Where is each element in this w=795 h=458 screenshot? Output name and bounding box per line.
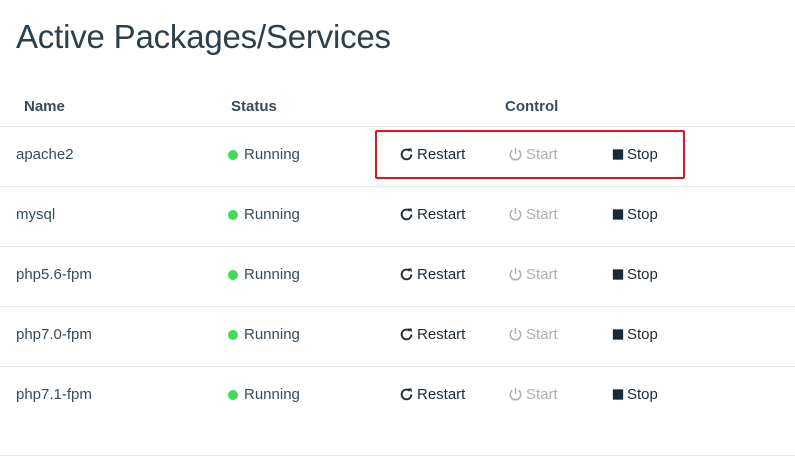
refresh-icon xyxy=(400,388,413,401)
restart-button[interactable]: Restart xyxy=(399,326,465,343)
status-running-indicator xyxy=(228,389,238,400)
stop-button[interactable]: Stop xyxy=(612,206,658,223)
refresh-icon xyxy=(400,328,413,341)
status-running-indicator xyxy=(228,209,238,220)
restart-label: Restart xyxy=(417,206,466,223)
highlight-box xyxy=(375,130,685,179)
status-label: Running xyxy=(244,206,300,223)
status-label: Running xyxy=(244,266,300,283)
stop-label: Stop xyxy=(627,386,658,403)
column-header-status: Status xyxy=(231,98,277,115)
refresh-icon xyxy=(400,208,413,221)
column-header-control: Control xyxy=(505,98,559,115)
status-running-indicator xyxy=(228,329,238,340)
stop-label: Stop xyxy=(627,266,658,283)
start-button[interactable]: Start xyxy=(508,326,558,343)
service-name: php7.1-fpm xyxy=(16,386,92,403)
start-button[interactable]: Start xyxy=(508,386,558,403)
status-label: Running xyxy=(244,326,300,343)
start-label: Start xyxy=(526,266,558,283)
service-name: apache2 xyxy=(16,146,74,163)
service-status: Running xyxy=(228,146,300,163)
service-name: php7.0-fpm xyxy=(16,326,92,343)
column-header-name: Name xyxy=(24,98,65,115)
table-row: php7.1-fpm Running Restart Start Stop xyxy=(0,367,795,426)
service-status: Running xyxy=(228,266,300,283)
table-row: php7.0-fpm Running Restart Start Stop xyxy=(0,307,795,367)
service-name: php5.6-fpm xyxy=(16,266,92,283)
stop-button[interactable]: Stop xyxy=(612,326,658,343)
refresh-icon xyxy=(400,268,413,281)
table-header: Name Status Control xyxy=(0,90,795,127)
restart-label: Restart xyxy=(417,266,466,283)
start-button[interactable]: Start xyxy=(508,206,558,223)
restart-button[interactable]: Restart xyxy=(399,386,465,403)
status-running-indicator xyxy=(228,269,238,280)
service-status: Running xyxy=(228,326,300,343)
start-button[interactable]: Start xyxy=(508,266,558,283)
power-icon xyxy=(509,207,522,221)
power-icon xyxy=(509,327,522,341)
stop-square-icon xyxy=(612,269,624,280)
restart-label: Restart xyxy=(417,386,466,403)
stop-label: Stop xyxy=(627,206,658,223)
service-status: Running xyxy=(228,386,300,403)
stop-button[interactable]: Stop xyxy=(612,266,658,283)
start-label: Start xyxy=(526,386,558,403)
service-name: mysql xyxy=(16,206,56,223)
status-label: Running xyxy=(244,146,300,163)
restart-button[interactable]: Restart xyxy=(399,266,465,283)
table-row: php5.6-fpm Running Restart Start Stop xyxy=(0,247,795,307)
stop-button[interactable]: Stop xyxy=(612,386,658,403)
power-icon xyxy=(509,267,522,281)
page-title: Active Packages/Services xyxy=(16,18,391,55)
stop-square-icon xyxy=(612,329,624,340)
stop-square-icon xyxy=(612,209,624,220)
services-page: Active Packages/Services Name Status Con… xyxy=(0,0,795,458)
start-label: Start xyxy=(526,206,558,223)
stop-label: Stop xyxy=(627,326,658,343)
status-running-indicator xyxy=(228,149,238,160)
restart-label: Restart xyxy=(417,326,466,343)
stop-square-icon xyxy=(612,389,624,400)
status-label: Running xyxy=(244,386,300,403)
service-status: Running xyxy=(228,206,300,223)
bottom-divider xyxy=(0,455,795,456)
table-row: mysql Running Restart Start Stop xyxy=(0,187,795,247)
power-icon xyxy=(509,387,522,401)
restart-button[interactable]: Restart xyxy=(399,206,465,223)
start-label: Start xyxy=(526,326,558,343)
